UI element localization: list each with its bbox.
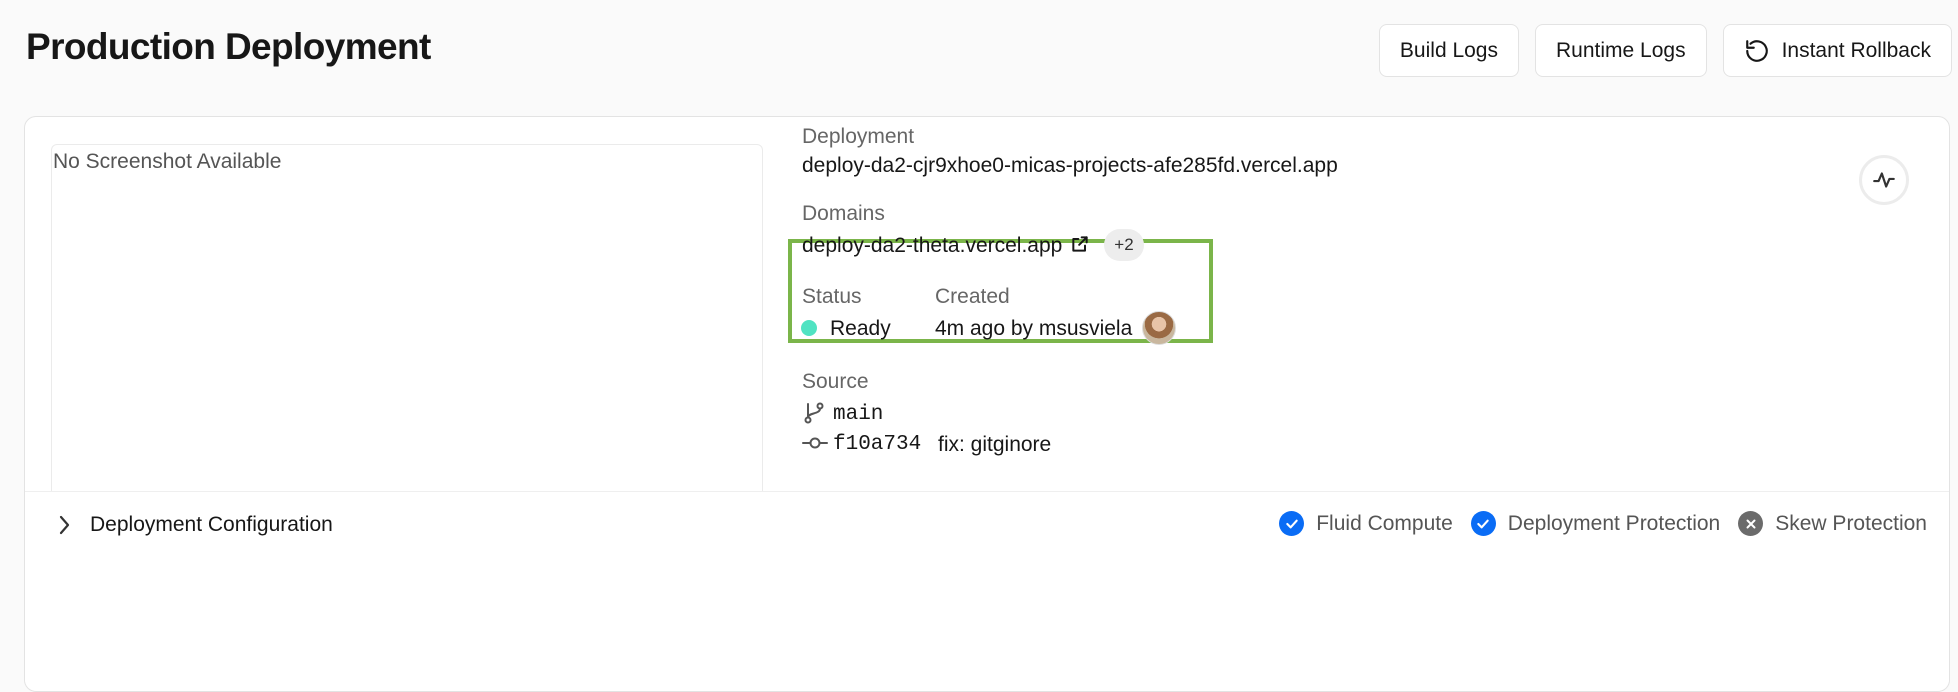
runtime-logs-button[interactable]: Runtime Logs bbox=[1535, 24, 1707, 77]
no-screenshot-text: No Screenshot Available bbox=[53, 150, 282, 173]
extra-domains-badge[interactable]: +2 bbox=[1104, 229, 1144, 261]
commit-hash-link[interactable]: f10a734 bbox=[833, 433, 921, 456]
header-actions: Build Logs Runtime Logs Instant Rollback bbox=[1378, 24, 1952, 77]
deployment-url-link[interactable]: deploy-da2-cjr9xhoe0-micas-projects-afe2… bbox=[802, 154, 1338, 178]
status-value: Ready bbox=[830, 317, 891, 340]
feature-list: Fluid Compute Deployment Protection Skew… bbox=[1279, 511, 1927, 536]
chevron-right-icon[interactable] bbox=[55, 513, 73, 537]
status-indicator bbox=[801, 320, 817, 336]
feature-deployment-protection: Deployment Protection bbox=[1470, 511, 1721, 536]
branch-link[interactable]: main bbox=[833, 403, 883, 426]
git-commit-icon bbox=[802, 437, 828, 449]
feature-fluid-compute: Fluid Compute bbox=[1279, 511, 1453, 536]
instant-rollback-label: Instant Rollback bbox=[1781, 38, 1931, 62]
instant-rollback-button[interactable]: Instant Rollback bbox=[1722, 24, 1952, 77]
check-circle-icon bbox=[1470, 511, 1496, 536]
activity-button[interactable] bbox=[1859, 155, 1909, 205]
build-logs-button[interactable]: Build Logs bbox=[1378, 24, 1519, 77]
external-link-icon[interactable] bbox=[1070, 234, 1090, 254]
footer-divider bbox=[25, 491, 1949, 492]
source-label: Source bbox=[802, 370, 869, 393]
domains-label: Domains bbox=[802, 202, 885, 225]
feature-skew-protection: Skew Protection bbox=[1738, 511, 1927, 536]
git-branch-icon bbox=[804, 402, 824, 424]
rollback-icon bbox=[1745, 39, 1768, 62]
created-label: Created bbox=[935, 285, 1010, 308]
activity-icon bbox=[1873, 172, 1895, 188]
build-logs-label: Build Logs bbox=[1399, 38, 1498, 62]
status-label: Status bbox=[802, 285, 862, 308]
feature-label: Deployment Protection bbox=[1507, 511, 1721, 535]
runtime-logs-label: Runtime Logs bbox=[1556, 38, 1686, 62]
domain-link[interactable]: deploy-da2-theta.vercel.app bbox=[802, 234, 1062, 258]
feature-label: Fluid Compute bbox=[1316, 511, 1453, 535]
deployment-configuration-toggle[interactable]: Deployment Configuration bbox=[90, 513, 333, 537]
deployment-label: Deployment bbox=[802, 125, 915, 148]
page-title: Production Deployment bbox=[26, 26, 431, 67]
feature-label: Skew Protection bbox=[1775, 511, 1927, 535]
x-circle-icon bbox=[1738, 511, 1764, 536]
deployment-card: No Screenshot Available Deployment deplo… bbox=[24, 116, 1950, 692]
commit-message: fix: gitginore bbox=[938, 433, 1052, 456]
created-value: 4m ago by msusviela bbox=[935, 317, 1133, 340]
avatar[interactable] bbox=[1142, 311, 1176, 345]
check-circle-icon bbox=[1279, 511, 1305, 536]
